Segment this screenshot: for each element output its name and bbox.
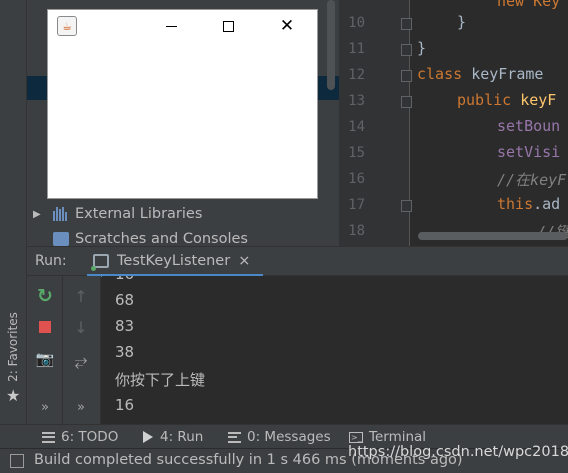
console-line: 68 (115, 291, 135, 309)
maximize-button[interactable] (211, 15, 245, 37)
status-toggle-icon[interactable] (10, 454, 24, 468)
more-chevron-icon[interactable]: » (35, 397, 55, 417)
tree-item-label: Scratches and Consoles (75, 231, 248, 246)
todo-tab[interactable]: 6: TODO (42, 427, 118, 447)
line-number: 15 (348, 145, 365, 161)
run-tab-testkeylistener[interactable]: TestKeyListener × (87, 247, 263, 277)
run-tool-tab[interactable]: 4: Run (143, 427, 203, 447)
run-toolbar-secondary: ↑ ↓ ⥂ » (63, 276, 101, 424)
console-output[interactable]: 16 68 83 38 你按下了上键 16 (102, 276, 568, 424)
console-line: 你按下了上键 (115, 371, 206, 389)
run-panel-header: Run: TestKeyListener × (27, 246, 568, 277)
close-icon: ✕ (279, 16, 295, 36)
application-icon (91, 253, 109, 271)
up-arrow-icon[interactable]: ↑ (71, 286, 91, 306)
line-number: 14 (348, 119, 365, 135)
terminal-icon: >_ (349, 431, 363, 443)
code-line[interactable]: } (457, 13, 466, 31)
code-line[interactable]: class keyFrame (417, 65, 543, 83)
line-number: 13 (348, 93, 365, 109)
run-label: Run: (35, 253, 67, 269)
favorites-tab[interactable]: 2: Favorites (6, 312, 22, 384)
star-icon[interactable]: ★ (6, 386, 20, 405)
java-frame-window[interactable]: ☕ ✕ (47, 9, 318, 199)
todo-icon (42, 431, 55, 443)
line-number: 11 (348, 41, 365, 57)
line-number: 18 (348, 223, 365, 239)
close-button[interactable]: ✕ (270, 15, 304, 37)
code-line[interactable]: } (417, 39, 426, 57)
code-line[interactable]: setVisi (497, 143, 560, 161)
watermark: https://blog.csdn.net/wpc2018 (348, 444, 568, 460)
console-line: 16 (115, 396, 135, 414)
console-line: 16 (115, 276, 134, 283)
run-tab-label: TestKeyListener (117, 252, 231, 269)
more-chevron-icon[interactable]: » (71, 397, 91, 417)
console-line: 38 (115, 343, 135, 361)
tree-item-scratches[interactable]: Scratches and Consoles (33, 228, 248, 246)
code-line[interactable]: public keyF (457, 91, 556, 109)
project-scrollbar[interactable] (327, 0, 335, 90)
run-toolbar-primary: ↻ 📷 » (27, 276, 63, 424)
minimize-icon (165, 25, 177, 27)
java-icon: ☕ (57, 16, 77, 36)
scratches-icon (53, 232, 69, 246)
code-comment[interactable]: //在keyF (497, 169, 566, 190)
line-number: 16 (348, 171, 365, 187)
library-icon (53, 207, 69, 221)
tree-item-label: External Libraries (75, 206, 203, 222)
code-line[interactable]: this.ad (497, 195, 560, 213)
fold-icon[interactable] (401, 70, 412, 82)
favorites-label: 2: Favorites (5, 312, 20, 382)
left-tool-strip: 2: Favorites ★ (0, 0, 27, 424)
maximize-icon (222, 20, 234, 32)
minimize-button[interactable] (154, 15, 188, 37)
stop-icon[interactable] (35, 317, 55, 337)
fold-icon[interactable] (401, 200, 412, 212)
fold-icon[interactable] (401, 18, 412, 30)
camera-icon[interactable]: 📷 (35, 349, 55, 369)
messages-tab[interactable]: 0: Messages (228, 427, 331, 447)
code-line[interactable]: setBoun (497, 117, 560, 135)
fold-icon[interactable] (401, 96, 412, 108)
line-number: 10 (348, 15, 365, 31)
editor-horizontal-scrollbar[interactable] (418, 232, 568, 240)
expand-triangle-icon[interactable]: ▶ (33, 209, 45, 220)
soft-wrap-icon[interactable]: ⥂ (71, 351, 91, 371)
code-line-partial: new Key (497, 0, 561, 10)
fold-icon[interactable] (401, 44, 412, 56)
rerun-icon[interactable]: ↻ (35, 285, 55, 307)
line-number: 12 (348, 67, 365, 83)
line-number: 17 (348, 197, 365, 213)
tree-item-external-libraries[interactable]: ▶ External Libraries (33, 203, 202, 225)
console-line: 83 (115, 317, 135, 335)
close-tab-icon[interactable]: × (238, 253, 250, 269)
messages-icon (228, 431, 241, 443)
down-arrow-icon[interactable]: ↓ (71, 317, 91, 337)
run-icon (143, 431, 153, 443)
